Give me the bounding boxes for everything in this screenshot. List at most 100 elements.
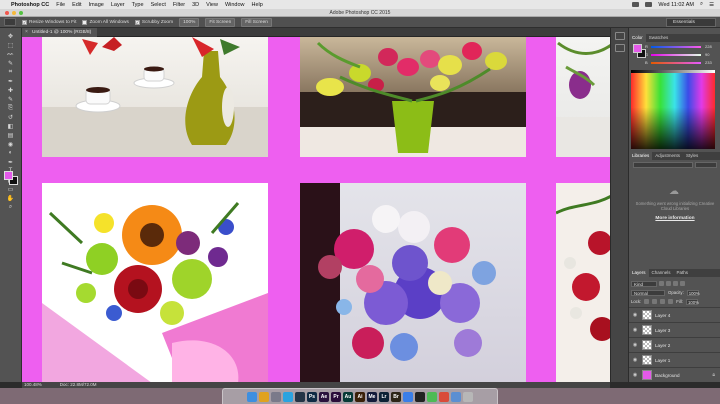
visibility-eye-icon[interactable]: ◉ [631,312,639,318]
dock-audition-icon[interactable]: Au [343,391,353,402]
dock-premiere-icon[interactable]: Pr [331,391,341,402]
menu-image[interactable]: Image [89,2,104,8]
filter-type-icon[interactable] [673,281,678,286]
pen-tool-icon[interactable]: ✒ [4,158,18,166]
tab-layers[interactable]: Layers [629,269,649,277]
dock-media-encoder-icon[interactable]: Me [367,391,377,402]
menu-app-name[interactable]: Photoshop CC [11,2,49,8]
dock-downloads-icon[interactable] [451,391,461,402]
eraser-tool-icon[interactable]: ◧ [4,122,18,130]
visibility-eye-icon[interactable]: ◉ [631,372,639,378]
lasso-tool-icon[interactable]: ᨐ [4,50,18,58]
dock-steam-icon[interactable] [295,391,305,402]
lock-position-icon[interactable] [660,299,666,304]
lock-image-icon[interactable] [652,299,658,304]
shape-tool-icon[interactable]: ▭ [4,185,18,193]
tab-swatches[interactable]: Swatches [646,34,672,42]
scrubby-zoom-checkbox[interactable]: ✓ Scrubby Zoom [134,19,173,25]
dock-finder-icon[interactable] [247,391,257,402]
color-spectrum[interactable] [631,73,715,149]
fit-screen-button[interactable]: Fit Screen [205,17,236,27]
blur-tool-icon[interactable]: ◉ [4,140,18,148]
marquee-tool-icon[interactable]: ⬚ [4,41,18,49]
hand-tool-icon[interactable]: ✋ [4,194,18,202]
filter-kind-select[interactable]: Kind [631,280,657,287]
library-search[interactable] [695,162,717,168]
dodge-tool-icon[interactable]: ◐ [4,149,18,157]
menu-edit[interactable]: Edit [72,2,81,8]
dock-bridge-icon[interactable]: Br [391,391,401,402]
dock-screenshot-icon[interactable] [439,391,449,402]
visibility-eye-icon[interactable]: ◉ [631,342,639,348]
resize-windows-checkbox[interactable]: ✓ Resize Windows to Fit [22,19,76,25]
quick-select-tool-icon[interactable]: ✎ [4,59,18,67]
menu-select[interactable]: Select [151,2,166,8]
tab-channels[interactable]: Channels [649,269,674,277]
foreground-color-swatch[interactable] [4,171,13,180]
stamp-tool-icon[interactable]: ⎘ [4,104,18,112]
blue-value[interactable]: 233 [705,60,712,65]
tab-libraries[interactable]: Libraries [629,152,653,160]
dock-messages-icon[interactable] [427,391,437,402]
wifi-icon[interactable] [632,2,640,7]
lock-all-icon[interactable] [668,299,674,304]
filter-pixel-icon[interactable] [659,281,664,286]
dock-lightroom-icon[interactable]: Lr [379,391,389,402]
library-dropdown[interactable] [633,162,693,168]
dock-app-store-icon[interactable] [403,391,413,402]
minimize-window-icon[interactable] [12,11,16,15]
menu-3d[interactable]: 3D [192,2,199,8]
blue-slider[interactable]: B 233 [645,60,713,65]
menu-file[interactable]: File [56,2,65,8]
fill-input[interactable]: 100% [685,298,699,305]
green-slider[interactable]: G 90 [645,52,713,57]
layer-row-3[interactable]: ◉ Layer 3 [629,322,720,337]
dock-trash-icon[interactable] [463,391,473,402]
tab-color[interactable]: Color [629,34,646,42]
dock-safari-icon[interactable] [283,391,293,402]
document-canvas[interactable] [22,37,610,382]
dock-chrome-icon[interactable] [259,391,269,402]
brush-tool-icon[interactable]: ✎ [4,95,18,103]
zoom-tool-icon[interactable]: ⌕ [4,203,18,211]
filter-shape-icon[interactable] [680,281,685,286]
history-brush-tool-icon[interactable]: ↺ [4,113,18,121]
properties-panel-icon[interactable] [614,44,625,52]
healing-tool-icon[interactable]: ✚ [4,86,18,94]
zoom-tool-preset-icon[interactable] [4,18,16,26]
menu-layer[interactable]: Layer [111,2,125,8]
filter-adjustment-icon[interactable] [666,281,671,286]
zoom-all-windows-checkbox[interactable]: Zoom All Windows [82,19,129,25]
layer-row-background[interactable]: ◉ Background 🔒︎ [629,367,720,382]
visibility-eye-icon[interactable]: ◉ [631,327,639,333]
red-slider[interactable]: R 228 [645,44,713,49]
battery-icon[interactable] [645,2,653,7]
layer-row-1[interactable]: ◉ Layer 1 [629,352,720,367]
red-value[interactable]: 228 [705,44,712,49]
dock-terminal-icon[interactable] [415,391,425,402]
notification-center-icon[interactable]: ☰ [709,2,714,8]
layer-row-2[interactable]: ◉ Layer 2 [629,337,720,352]
lock-transparent-icon[interactable] [644,299,650,304]
tab-styles[interactable]: Styles [683,152,701,160]
opacity-input[interactable]: 100% [686,289,700,296]
document-tab[interactable]: × Untitled-1 @ 100% (RGB/8) [22,28,98,37]
close-window-icon[interactable] [5,11,9,15]
workspace-switcher[interactable]: Essentials [666,17,716,27]
menu-window[interactable]: Window [225,2,245,8]
tab-paths[interactable]: Paths [674,269,692,277]
dock-illustrator-icon[interactable]: Ai [355,391,365,402]
menu-filter[interactable]: Filter [173,2,185,8]
green-value[interactable]: 90 [705,52,709,57]
visibility-eye-icon[interactable]: ◉ [631,357,639,363]
clock[interactable]: Wed 11:02 AM [658,2,694,8]
menu-help[interactable]: Help [252,2,263,8]
tab-adjustments[interactable]: Adjustments [652,152,683,160]
close-tab-icon[interactable]: × [25,28,28,37]
crop-tool-icon[interactable]: ⌗ [4,68,18,76]
blend-mode-select[interactable]: Normal [631,289,665,296]
fill-screen-button[interactable]: Fill Screen [241,17,272,27]
more-information-link[interactable]: More information [635,216,715,221]
dock-photoshop-icon[interactable]: Ps [307,391,317,402]
menu-type[interactable]: Type [132,2,144,8]
